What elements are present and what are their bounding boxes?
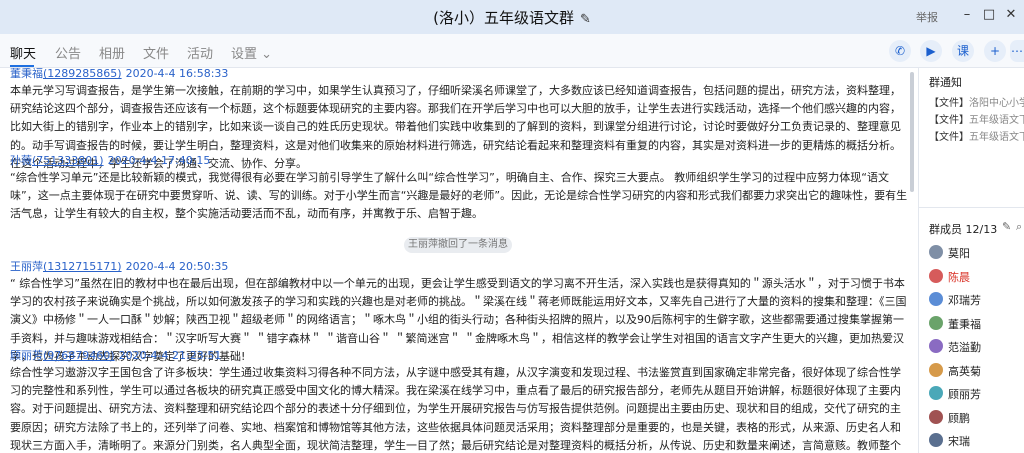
pencil-icon[interactable]: ✎ [580,12,591,27]
group-name: (洛小）五年级语文群 [433,9,574,27]
message-meta: 顾丽芳(976879460) 2020-4-4 21:23:51 [10,349,908,362]
message-time: 2020-4-4 21:23:51 [118,349,222,362]
class-icon[interactable]: 课 [952,40,974,62]
member-item[interactable]: 董秉福 [929,314,1024,332]
avatar[interactable] [929,433,943,447]
tab-album[interactable]: 相册 [99,43,125,62]
report-button[interactable]: 举报 [916,9,938,25]
members-count: 群成员 12/13 [929,223,998,236]
message-time: 2020-4-4 20:50:35 [125,260,229,273]
minimize-icon[interactable]: – [958,6,976,24]
avatar[interactable] [929,315,943,330]
member-name: 董秉福 [948,317,981,331]
video-icon[interactable]: ▶ [920,40,942,62]
sender-id[interactable]: (1312715171) [43,260,122,273]
add-icon[interactable]: + [984,40,1006,62]
avatar[interactable] [929,292,943,306]
notice-item[interactable]: 【文件】洛阳中心小学统 [929,94,1024,109]
tab-activities[interactable]: 活动 [187,43,213,62]
message: 顾丽芳(976879460) 2020-4-4 21:23:51 综合性学习遨游汉… [10,349,908,453]
message: 孙薇(751333801) 2020-4-4 17:40:15 “综合性学习单元”… [10,154,908,224]
chat-history[interactable]: 董秉福(1289285865) 2020-4-4 16:58:33 本单元学习写调… [0,68,918,453]
sender-name[interactable]: 顾丽芳 [10,349,43,362]
member-item[interactable]: 陈晨 [929,267,1024,285]
message-body: “综合性学习单元”还是比较新颖的模式，我觉得很有必要在学习前引导学生了解什么叫“… [10,171,908,221]
tab-chat[interactable]: 聊天 [10,43,36,62]
message-meta: 董秉福(1289285865) 2020-4-4 16:58:33 [10,68,908,80]
message-body: 综合性学习遨游汉字王国包含了许多板块：学生通过收集资料习得各种不同方法，从字谜中… [10,366,901,452]
chat-scrollbar[interactable] [910,72,914,192]
close-icon[interactable]: ✕ [1002,6,1020,24]
message-time: 2020-4-4 17:40:15 [107,154,211,167]
sender-name[interactable]: 董秉福 [10,68,43,80]
recall-notice: 王丽萍撤回了一条消息 [404,237,512,253]
tab-settings[interactable]: 设置 ⌄ [231,43,272,62]
sender-id[interactable]: (1289285865) [43,68,122,80]
window-title: (洛小）五年级语文群 ✎ [0,7,1024,28]
phone-icon[interactable]: ✆ [889,40,911,62]
avatar[interactable] [929,409,943,424]
sender-id[interactable]: (751333801) [32,154,104,167]
search-icon[interactable]: ⌕ [1016,220,1022,234]
sender-name[interactable]: 王丽萍 [10,260,43,273]
member-item[interactable]: 顾鹏 [929,408,1024,426]
avatar[interactable] [929,268,943,283]
message-time: 2020-4-4 16:58:33 [125,68,229,80]
sender-id[interactable]: (976879460) [43,349,115,362]
member-item[interactable]: 顾丽芳 [929,384,1024,402]
avatar[interactable] [929,245,943,259]
member-name: 莫阳 [948,247,970,260]
member-item[interactable]: 高英菊 [929,361,1024,379]
tab-files[interactable]: 文件 [143,43,169,62]
edit-icon[interactable]: ✎ [1002,220,1011,233]
maximize-icon[interactable]: □ [980,6,998,24]
sidebar-divider [919,207,1024,208]
more-icon[interactable]: ⋯ [1010,40,1024,62]
active-tab-indicator [10,65,34,67]
tab-announcements[interactable]: 公告 [55,43,81,62]
member-name: 邓瑞芳 [948,294,981,307]
message-meta: 王丽萍(1312715171) 2020-4-4 20:50:35 [10,260,908,273]
message-meta: 孙薇(751333801) 2020-4-4 17:40:15 [10,154,908,167]
avatar[interactable] [929,386,943,400]
member-name: 范溢勤 [948,341,981,354]
group-sidebar: 群通知 【文件】洛阳中心小学统 【文件】五年级语文下册 【文件】五年级语文下册 … [919,68,1024,453]
avatar[interactable] [929,339,943,353]
member-name: 陈晨 [948,270,970,284]
member-name: 宋瑞 [948,435,970,448]
member-item[interactable]: 范溢勤 [929,337,1024,355]
member-item[interactable]: 宋瑞 [929,431,1024,449]
avatar[interactable] [929,362,943,377]
notice-title: 群通知 [929,76,962,89]
title-bar: (洛小）五年级语文群 ✎ 举报 – □ ✕ [0,0,1024,34]
member-item[interactable]: 邓瑞芳 [929,290,1024,308]
member-item[interactable]: 莫阳 [929,243,1024,261]
notice-item[interactable]: 【文件】五年级语文下册 [929,128,1024,143]
sender-name[interactable]: 孙薇 [10,154,32,167]
group-nav: 聊天 公告 相册 文件 活动 设置 ⌄ ✆ ▶ 课 + ⋯ [0,34,1024,68]
member-name: 顾鹏 [948,411,970,425]
notice-item[interactable]: 【文件】五年级语文下册 [929,111,1024,126]
member-name: 高英菊 [948,364,981,378]
member-name: 顾丽芳 [948,388,981,401]
